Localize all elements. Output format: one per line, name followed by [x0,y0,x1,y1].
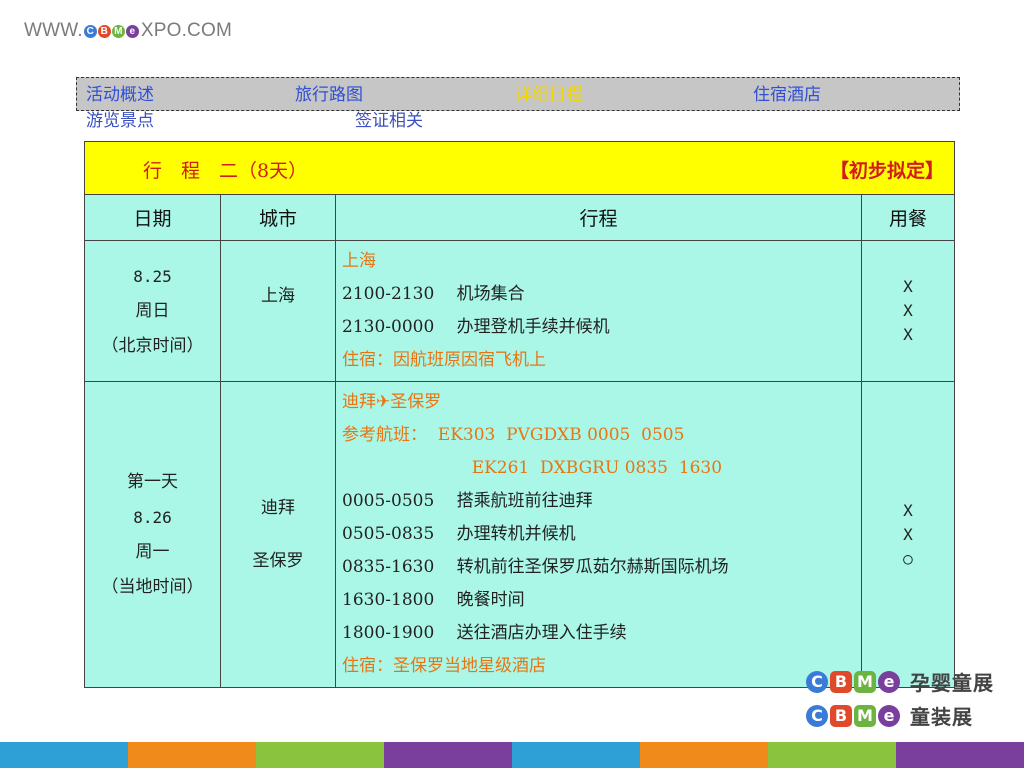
cbme-logo-mark: C B M e [806,670,902,693]
header-meals: 用餐 [861,194,955,241]
cbme-logo-mark: C B M e [806,704,902,727]
meal-cell: X X ○ [861,381,955,688]
color-segment [640,742,768,768]
header-date: 日期 [84,194,221,241]
table-row: 8.25 周日 （北京时间） 上海 上海 2100-2130 机场集合 2130… [84,240,955,382]
plan-line: 1630-1800 晚餐时间 [342,590,525,610]
url-suffix: XPO.COM [140,20,232,41]
nav-item-hotel[interactable]: 住宿酒店 [753,86,821,104]
meal-mark: ○ [903,548,913,568]
itinerary-table: 行 程 二（8天） 【初步拟定】 日期 城市 行程 用餐 8.25 周日 （北京… [84,141,955,688]
plan-line: 0005-0505 搭乘航班前往迪拜 [342,491,593,511]
meal-mark: X [903,325,913,344]
plan-line: 上海 [342,251,376,271]
date-line: 8.26 [133,507,172,527]
color-segment [128,742,256,768]
table-row: 第一天 8.26 周一 （当地时间） 迪拜 圣保罗 迪拜✈圣保罗 参考航班： E… [84,381,955,688]
plan-line: 迪拜✈圣保罗 [342,392,442,412]
logo-letter-c: C [806,670,828,693]
logo-letter-b: B [830,670,852,693]
plan-line: 1800-1900 送往酒店办理入住手续 [342,623,627,643]
color-segment [896,742,1024,768]
plan-cell: 上海 2100-2130 机场集合 2130-0000 办理登机手续并候机 住宿… [335,240,862,382]
date-line: 8.25 [133,266,172,286]
date-line: （北京时间） [101,335,204,356]
logo-letter-e: e [878,704,900,727]
plan-line: 参考航班： EK303 PVGDXB 0005 0505 [342,425,685,445]
title-row: 行 程 二（8天） 【初步拟定】 [84,141,955,195]
logo-letter-m: M [854,704,876,727]
nav-item-route-map[interactable]: 旅行路图 [295,86,363,104]
meal-mark: X [903,500,913,520]
city-name: 圣保罗 [252,550,304,571]
header-row: 日期 城市 行程 用餐 [84,194,955,241]
brand-mark: C B M e [83,24,140,38]
color-segment [384,742,512,768]
city-cell: 上海 [220,240,336,382]
plan-line: EK261 DXBGRU 0835 1630 [342,458,723,478]
color-segment [256,742,384,768]
date-cell: 第一天 8.26 周一 （当地时间） [84,381,221,688]
nav-bar: 活动概述 旅行路图 详细日程 住宿酒店 [76,77,960,111]
cbme-logo-maternity: C B M e 孕婴童展 [806,667,994,696]
site-url: WWW. C B M e XPO.COM [24,18,232,44]
color-segment [512,742,640,768]
logo-letter-m: M [854,670,876,693]
cbme-logo-kidswear: C B M e 童装展 [806,701,973,730]
date-line: 第一天 [127,471,178,492]
color-segment [0,742,128,768]
date-cell: 8.25 周日 （北京时间） [84,240,221,382]
city-name: 上海 [261,286,295,306]
logo-label: 童装展 [910,705,973,729]
plan-line: 2100-2130 机场集合 [342,284,525,304]
meal-mark: X [903,277,913,296]
header-itinerary: 行程 [335,194,862,241]
nav-item-detailed-schedule[interactable]: 详细日程 [515,86,583,104]
brand-letter-b: B [97,24,111,38]
brand-letter-m: M [111,24,125,38]
logo-letter-e: e [878,670,900,693]
logo-letter-b: B [830,704,852,727]
bottom-color-bar [0,742,1024,768]
url-prefix: WWW. [24,20,83,41]
header-city: 城市 [220,194,336,241]
nav-item-sightseeing[interactable]: 游览景点 [86,112,154,130]
logo-label: 孕婴童展 [910,671,994,695]
nav-item-visa[interactable]: 签证相关 [355,112,423,130]
color-segment [768,742,896,768]
plan-line: 住宿：圣保罗当地星级酒店 [342,656,546,676]
plan-line: 2130-0000 办理登机手续并候机 [342,317,610,337]
brand-letter-e: e [125,24,139,38]
plan-cell: 迪拜✈圣保罗 参考航班： EK303 PVGDXB 0005 0505 EK26… [335,381,862,688]
draft-note: 【初步拟定】 [829,160,944,182]
logo-letter-c: C [806,704,828,727]
meal-cell: X X X [861,240,955,382]
city-name: 迪拜 [261,497,295,518]
itinerary-title: 行 程 二（8天） [143,160,308,182]
plan-line: 0835-1630 转机前往圣保罗瓜茹尔赫斯国际机场 [342,557,729,577]
plan-line: 住宿：因航班原因宿飞机上 [342,350,546,370]
date-line: 周日 [135,300,170,321]
date-line: （当地时间） [101,576,204,597]
nav-item-overview[interactable]: 活动概述 [86,86,154,104]
meal-mark: X [903,524,913,544]
date-line: 周一 [135,541,170,562]
brand-letter-c: C [83,24,97,38]
meal-mark: X [903,301,913,320]
city-cell: 迪拜 圣保罗 [220,381,336,688]
plan-line: 0505-0835 办理转机并候机 [342,524,576,544]
